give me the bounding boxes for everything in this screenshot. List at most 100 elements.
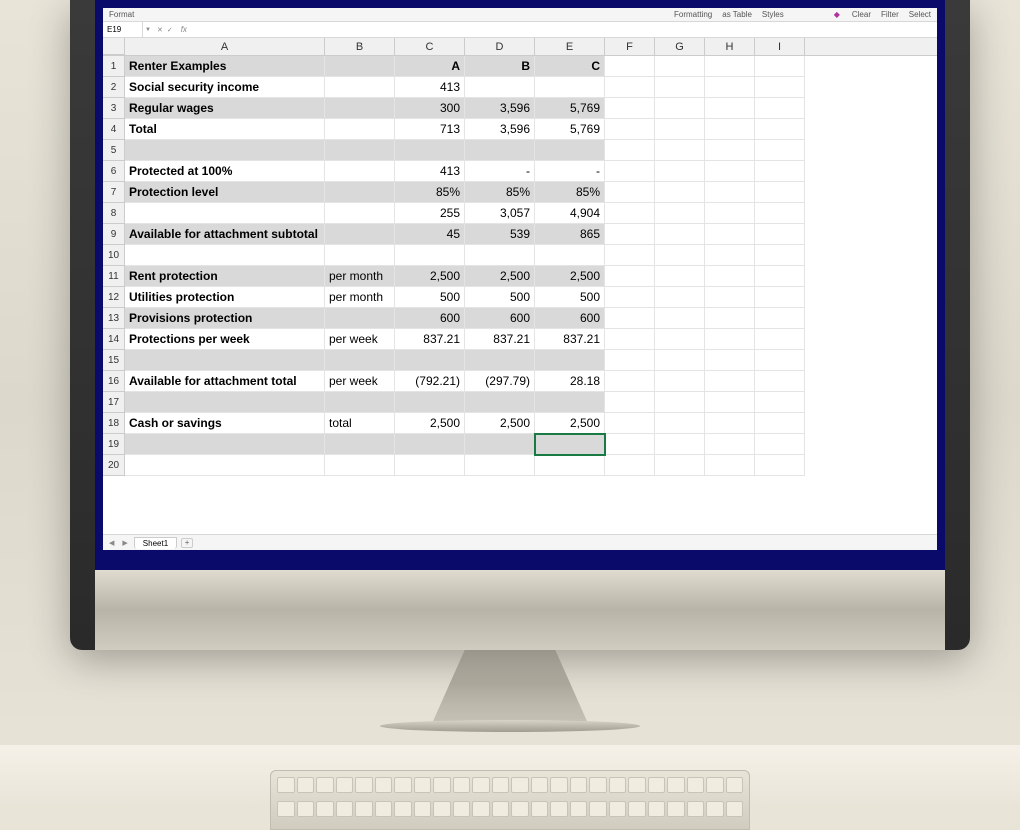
cell-F14[interactable]	[605, 329, 655, 350]
cell-F1[interactable]	[605, 56, 655, 77]
select-all-corner[interactable]	[103, 38, 125, 55]
cell-E1[interactable]: C	[535, 56, 605, 77]
row-header-17[interactable]: 17	[103, 392, 125, 413]
cell-C16[interactable]: (792.21)	[395, 371, 465, 392]
cell-D14[interactable]: 837.21	[465, 329, 535, 350]
col-header-A[interactable]: A	[125, 38, 325, 55]
ribbon-filter[interactable]: Filter	[881, 10, 899, 19]
cell-F16[interactable]	[605, 371, 655, 392]
row-header-3[interactable]: 3	[103, 98, 125, 119]
cell-I3[interactable]	[755, 98, 805, 119]
tab-nav-prev-icon[interactable]: ◀	[107, 539, 116, 547]
cell-F13[interactable]	[605, 308, 655, 329]
cell-A5[interactable]	[125, 140, 325, 161]
formula-input[interactable]	[191, 22, 937, 37]
cell-H5[interactable]	[705, 140, 755, 161]
cell-G17[interactable]	[655, 392, 705, 413]
cell-B15[interactable]	[325, 350, 395, 371]
cell-I10[interactable]	[755, 245, 805, 266]
cell-G7[interactable]	[655, 182, 705, 203]
cell-B13[interactable]	[325, 308, 395, 329]
col-header-E[interactable]: E	[535, 38, 605, 55]
cell-G11[interactable]	[655, 266, 705, 287]
cell-D6[interactable]: -	[465, 161, 535, 182]
cell-I17[interactable]	[755, 392, 805, 413]
cell-B17[interactable]	[325, 392, 395, 413]
cell-B20[interactable]	[325, 455, 395, 476]
tab-nav-next-icon[interactable]: ▶	[120, 539, 129, 547]
cell-B8[interactable]	[325, 203, 395, 224]
cell-G2[interactable]	[655, 77, 705, 98]
row-header-2[interactable]: 2	[103, 77, 125, 98]
cell-E2[interactable]	[535, 77, 605, 98]
cell-H17[interactable]	[705, 392, 755, 413]
cell-C3[interactable]: 300	[395, 98, 465, 119]
cell-G14[interactable]	[655, 329, 705, 350]
cell-F10[interactable]	[605, 245, 655, 266]
cell-G3[interactable]	[655, 98, 705, 119]
cell-H18[interactable]	[705, 413, 755, 434]
cell-C7[interactable]: 85%	[395, 182, 465, 203]
cell-E6[interactable]: -	[535, 161, 605, 182]
cell-C5[interactable]	[395, 140, 465, 161]
cell-A12[interactable]: Utilities protection	[125, 287, 325, 308]
cell-G10[interactable]	[655, 245, 705, 266]
cell-B5[interactable]	[325, 140, 395, 161]
cell-F18[interactable]	[605, 413, 655, 434]
cell-E15[interactable]	[535, 350, 605, 371]
col-header-C[interactable]: C	[395, 38, 465, 55]
cell-H11[interactable]	[705, 266, 755, 287]
cell-A3[interactable]: Regular wages	[125, 98, 325, 119]
cell-H7[interactable]	[705, 182, 755, 203]
col-header-F[interactable]: F	[605, 38, 655, 55]
cell-E13[interactable]: 600	[535, 308, 605, 329]
cell-D20[interactable]	[465, 455, 535, 476]
ribbon-as-table[interactable]: as Table	[722, 10, 752, 19]
cell-C1[interactable]: A	[395, 56, 465, 77]
cell-B19[interactable]	[325, 434, 395, 455]
cell-I6[interactable]	[755, 161, 805, 182]
cell-B18[interactable]: total	[325, 413, 395, 434]
row-header-9[interactable]: 9	[103, 224, 125, 245]
cell-B4[interactable]	[325, 119, 395, 140]
cell-H1[interactable]	[705, 56, 755, 77]
cell-B6[interactable]	[325, 161, 395, 182]
cell-G6[interactable]	[655, 161, 705, 182]
row-header-20[interactable]: 20	[103, 455, 125, 476]
cell-F9[interactable]	[605, 224, 655, 245]
cell-B7[interactable]	[325, 182, 395, 203]
cell-I16[interactable]	[755, 371, 805, 392]
row-header-16[interactable]: 16	[103, 371, 125, 392]
cell-G20[interactable]	[655, 455, 705, 476]
cell-D10[interactable]	[465, 245, 535, 266]
cell-C15[interactable]	[395, 350, 465, 371]
cell-B11[interactable]: per month	[325, 266, 395, 287]
cell-F15[interactable]	[605, 350, 655, 371]
cell-A6[interactable]: Protected at 100%	[125, 161, 325, 182]
cell-H9[interactable]	[705, 224, 755, 245]
cell-D5[interactable]	[465, 140, 535, 161]
row-header-12[interactable]: 12	[103, 287, 125, 308]
sheet-tab[interactable]: Sheet1	[134, 537, 177, 549]
cell-H2[interactable]	[705, 77, 755, 98]
ribbon-clear[interactable]: Clear	[852, 10, 871, 19]
cell-I13[interactable]	[755, 308, 805, 329]
row-header-7[interactable]: 7	[103, 182, 125, 203]
row-header-11[interactable]: 11	[103, 266, 125, 287]
row-header-10[interactable]: 10	[103, 245, 125, 266]
row-header-4[interactable]: 4	[103, 119, 125, 140]
cell-A8[interactable]	[125, 203, 325, 224]
cell-F3[interactable]	[605, 98, 655, 119]
cell-C18[interactable]: 2,500	[395, 413, 465, 434]
cell-D9[interactable]: 539	[465, 224, 535, 245]
cell-G8[interactable]	[655, 203, 705, 224]
cell-E3[interactable]: 5,769	[535, 98, 605, 119]
cell-A19[interactable]	[125, 434, 325, 455]
row-header-15[interactable]: 15	[103, 350, 125, 371]
cell-F12[interactable]	[605, 287, 655, 308]
cell-I5[interactable]	[755, 140, 805, 161]
cell-D19[interactable]	[465, 434, 535, 455]
cell-I2[interactable]	[755, 77, 805, 98]
cell-E7[interactable]: 85%	[535, 182, 605, 203]
cell-I11[interactable]	[755, 266, 805, 287]
